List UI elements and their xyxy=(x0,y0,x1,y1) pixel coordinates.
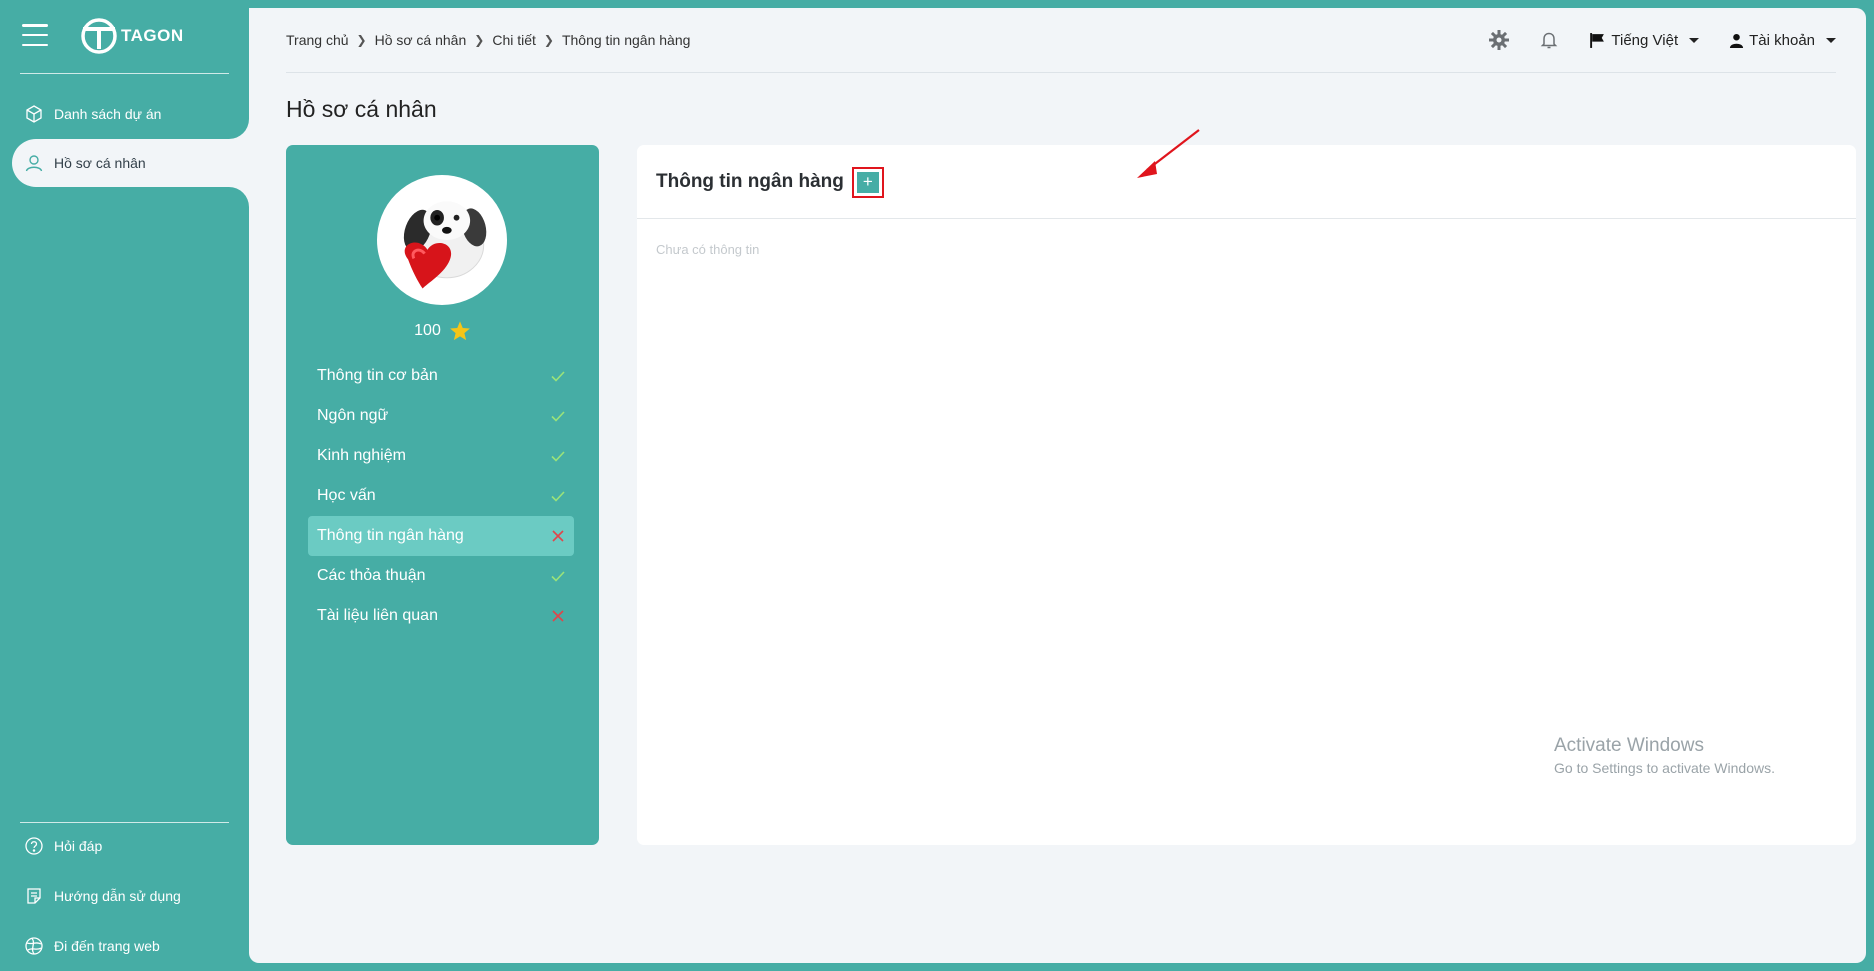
breadcrumb-item-home[interactable]: Trang chủ xyxy=(286,32,349,48)
top-actions: Tiếng Việt Tài khoản xyxy=(1489,30,1836,50)
empty-state-text: Chưa có thông tin xyxy=(656,242,760,257)
account-dropdown[interactable]: Tài khoản xyxy=(1729,32,1836,49)
breadcrumb: Trang chủ ❯ Hồ sơ cá nhân ❯ Chi tiết ❯ T… xyxy=(286,32,690,48)
profile-section-list: Thông tin cơ bản Ngôn ngữ Kinh nghiệm Họ… xyxy=(308,356,574,636)
breadcrumb-item-profile[interactable]: Hồ sơ cá nhân xyxy=(375,32,467,48)
check-icon xyxy=(550,368,566,384)
document-icon xyxy=(24,886,44,906)
section-label: Ngôn ngữ xyxy=(317,407,389,424)
caret-down-icon xyxy=(1826,37,1836,43)
user-icon xyxy=(24,153,44,173)
sidebar-item-label: Hỏi đáp xyxy=(54,838,103,854)
watermark-title: Activate Windows xyxy=(1554,735,1704,756)
question-circle-icon xyxy=(24,836,44,856)
logo-text: TAGON xyxy=(121,26,184,45)
chevron-right-icon: ❯ xyxy=(474,33,485,47)
breadcrumb-item-detail[interactable]: Chi tiết xyxy=(492,32,536,48)
tab-corner xyxy=(229,119,249,139)
sidebar-divider xyxy=(20,73,229,74)
section-label: Tài liệu liên quan xyxy=(317,607,438,624)
sidebar-item-projects[interactable]: Danh sách dự án xyxy=(12,90,249,138)
flag-icon xyxy=(1590,32,1605,48)
sidebar-item-faq[interactable]: Hỏi đáp xyxy=(12,822,249,870)
score: 100 xyxy=(286,320,599,342)
tab-corner xyxy=(229,187,249,207)
sidebar-item-profile[interactable]: Hồ sơ cá nhân xyxy=(12,119,249,207)
section-label: Thông tin ngân hàng xyxy=(317,527,464,544)
card-header: Thông tin ngân hàng + xyxy=(637,145,1856,219)
windows-activation-watermark: Activate Windows Go to Settings to activ… xyxy=(1554,735,1775,776)
cross-icon xyxy=(550,528,566,544)
plus-icon: + xyxy=(856,172,879,193)
account-label: Tài khoản xyxy=(1749,31,1815,49)
account-icon xyxy=(1730,33,1744,48)
add-bank-info-button[interactable]: + xyxy=(851,167,884,198)
profile-section-language[interactable]: Ngôn ngữ xyxy=(308,396,574,436)
bell-icon[interactable] xyxy=(1539,30,1559,50)
section-label: Học vấn xyxy=(317,487,376,504)
avatar-image xyxy=(379,177,505,303)
profile-section-education[interactable]: Học vấn xyxy=(308,476,574,516)
check-icon xyxy=(550,408,566,424)
check-icon xyxy=(550,488,566,504)
cross-icon xyxy=(550,608,566,624)
sidebar: TAGON Danh sách dự án Hồ sơ cá nhân Hỏi … xyxy=(0,0,249,971)
chevron-right-icon: ❯ xyxy=(356,33,367,47)
section-label: Các thỏa thuận xyxy=(317,567,426,584)
section-label: Kinh nghiệm xyxy=(317,447,406,464)
profile-card: 100 Thông tin cơ bản Ngôn ngữ Kinh nghiệ… xyxy=(286,145,599,845)
score-value: 100 xyxy=(414,322,441,339)
language-label: Tiếng Việt xyxy=(1611,31,1679,49)
chevron-right-icon: ❯ xyxy=(543,33,554,47)
gear-icon[interactable] xyxy=(1489,30,1510,50)
main-panel: Trang chủ ❯ Hồ sơ cá nhân ❯ Chi tiết ❯ T… xyxy=(249,8,1866,963)
caret-down-icon xyxy=(1689,37,1700,43)
language-dropdown[interactable]: Tiếng Việt xyxy=(1589,31,1700,49)
profile-section-basic-info[interactable]: Thông tin cơ bản xyxy=(308,356,574,396)
globe-icon xyxy=(24,936,44,956)
sidebar-item-label: Hồ sơ cá nhân xyxy=(54,155,146,171)
card-title: Thông tin ngân hàng xyxy=(656,170,844,192)
check-icon xyxy=(550,448,566,464)
sidebar-item-guide[interactable]: Hướng dẫn sử dụng xyxy=(12,872,249,920)
profile-section-experience[interactable]: Kinh nghiệm xyxy=(308,436,574,476)
tagon-logo-icon xyxy=(81,18,117,54)
watermark-subtitle: Go to Settings to activate Windows. xyxy=(1554,760,1775,776)
profile-section-bank-info[interactable]: Thông tin ngân hàng xyxy=(308,516,574,556)
breadcrumb-item-current: Thông tin ngân hàng xyxy=(561,32,691,48)
topbar: Trang chủ ❯ Hồ sơ cá nhân ❯ Chi tiết ❯ T… xyxy=(286,8,1836,73)
hamburger-menu-icon[interactable] xyxy=(22,24,48,46)
star-icon xyxy=(449,320,471,342)
profile-section-agreements[interactable]: Các thỏa thuận xyxy=(308,556,574,596)
logo[interactable]: TAGON xyxy=(80,17,184,55)
sidebar-item-label: Đi đến trang web xyxy=(54,938,160,954)
sidebar-item-website[interactable]: Đi đến trang web xyxy=(12,922,249,970)
check-icon xyxy=(550,568,566,584)
avatar[interactable] xyxy=(377,175,507,305)
cube-icon xyxy=(24,104,44,124)
sidebar-item-label: Hướng dẫn sử dụng xyxy=(54,888,181,904)
sidebar-item-label: Danh sách dự án xyxy=(54,106,162,122)
profile-section-documents[interactable]: Tài liệu liên quan xyxy=(308,596,574,636)
section-label: Thông tin cơ bản xyxy=(317,367,438,384)
page-title: Hồ sơ cá nhân xyxy=(286,96,437,122)
